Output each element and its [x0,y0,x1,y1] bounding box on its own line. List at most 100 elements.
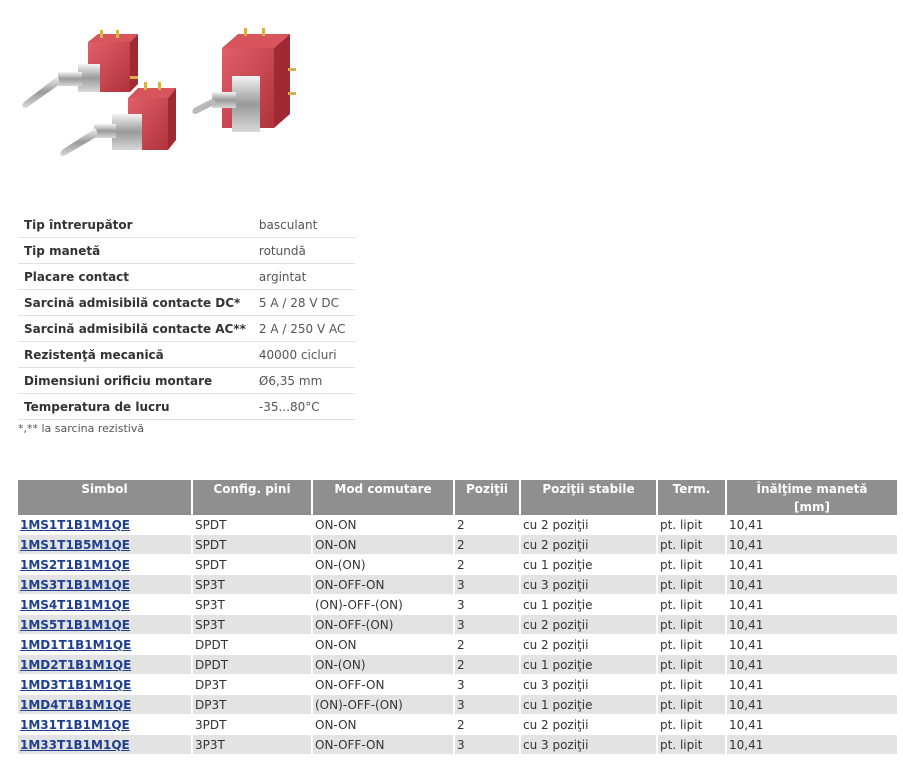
config-cell: SPDT [192,534,313,555]
symbol-link[interactable]: 1MD1T1B1M1QE [20,638,131,652]
spec-label: Dimensiuni orificiu montare [18,367,253,394]
table-row: 1MS1T1B1M1QE SPDT ON-ON 2 cu 2 poziţii pt. li… [18,515,899,535]
symbol-cell: 1MS1T1B5M1QE [18,534,193,555]
term-cell: pt. lipit [657,594,727,615]
stable-cell: cu 2 poziţii [520,515,658,535]
spec-label: Sarcină admisibilă contacte AC** [18,315,253,342]
table-row: 1MS4T1B1M1QE SP3T (ON)-OFF-(ON) 3 cu 1 poziţ… [18,594,899,615]
height-cell: 10,41 [726,714,899,735]
height-cell: 10,41 [726,594,899,615]
term-cell: pt. lipit [657,515,727,535]
table-row: 1MD4T1B1M1QE DP3T (ON)-OFF-(ON) 3 cu 1 poziţ… [18,694,899,715]
height-cell: 10,41 [726,634,899,655]
symbol-cell: 1MD2T1B1M1QE [18,654,193,675]
symbol-cell: 1MS2T1B1M1QE [18,554,193,575]
mode-cell: ON-OFF-ON [312,734,455,755]
spec-value: Ø6,35 mm [251,367,355,394]
positions-cell: 2 [454,634,521,655]
positions-cell: 2 [454,654,521,675]
specifications-table: Tip întrerupător basculant Tip manetă rotun… [18,212,355,420]
term-cell: pt. lipit [657,714,727,735]
mode-cell: ON-OFF-(ON) [312,614,455,635]
mode-cell: (ON)-OFF-(ON) [312,594,455,615]
spec-row: Sarcină admisibilă contacte DC* 5 A / 28 … [18,289,355,316]
height-cell: 10,41 [726,554,899,575]
term-cell: pt. lipit [657,694,727,715]
table-row: 1MD3T1B1M1QE DP3T ON-OFF-ON 3 cu 3 poziţii pt… [18,674,899,695]
spec-value: 40000 cicluri [251,341,355,368]
positions-cell: 2 [454,515,521,535]
symbol-link[interactable]: 1M33T1B1M1QE [20,738,130,752]
spec-label: Sarcină admisibilă contacte DC* [18,289,253,316]
stable-cell: cu 3 poziţii [520,734,658,755]
symbol-cell: 1MD3T1B1M1QE [18,674,193,695]
height-cell: 10,41 [726,534,899,555]
stable-cell: cu 2 poziţii [520,714,658,735]
mode-cell: ON-ON [312,634,455,655]
spec-label: Placare contact [18,263,253,290]
symbol-link[interactable]: 1MS1T1B5M1QE [20,538,130,552]
column-header-mode: Mod comutare [312,480,455,498]
config-cell: DP3T [192,674,313,695]
spec-value: rotundă [251,237,355,264]
positions-cell: 3 [454,734,521,755]
subheader-cell [312,498,455,515]
config-cell: 3P3T [192,734,313,755]
symbol-link[interactable]: 1MD3T1B1M1QE [20,678,131,692]
term-cell: pt. lipit [657,654,727,675]
stable-cell: cu 1 poziţie [520,654,658,675]
stable-cell: cu 2 poziţii [520,534,658,555]
column-header-positions: Poziţii [454,480,521,498]
term-cell: pt. lipit [657,614,727,635]
symbol-cell: 1M31T1B1M1QE [18,714,193,735]
config-cell: SP3T [192,574,313,595]
spec-label: Tip întrerupător [18,212,253,238]
spec-value: 5 A / 28 V DC [251,289,355,316]
spec-value: 2 A / 250 V AC [251,315,355,342]
table-row: 1MS2T1B1M1QE SPDT ON-(ON) 2 cu 1 poziţie pt. … [18,554,899,575]
symbol-cell: 1MS3T1B1M1QE [18,574,193,595]
symbol-cell: 1MS1T1B1M1QE [18,515,193,535]
spec-label: Rezistenţă mecanică [18,341,253,368]
stable-cell: cu 2 poziţii [520,614,658,635]
config-cell: SP3T [192,594,313,615]
symbol-link[interactable]: 1MS1T1B1M1QE [20,518,130,532]
positions-cell: 2 [454,554,521,575]
subheader-cell [18,498,193,515]
symbol-cell: 1MD4T1B1M1QE [18,694,193,715]
symbol-link[interactable]: 1MS2T1B1M1QE [20,558,130,572]
config-cell: DPDT [192,634,313,655]
table-row: 1M31T1B1M1QE 3PDT ON-ON 2 cu 2 poziţii pt. li… [18,714,899,735]
mode-cell: ON-ON [312,515,455,535]
symbol-link[interactable]: 1MD2T1B1M1QE [20,658,131,672]
symbol-link[interactable]: 1MS3T1B1M1QE [20,578,130,592]
table-row: 1MD1T1B1M1QE DPDT ON-ON 2 cu 2 poziţii pt. li… [18,634,899,655]
positions-cell: 3 [454,594,521,615]
symbol-link[interactable]: 1MD4T1B1M1QE [20,698,131,712]
height-cell: 10,41 [726,574,899,595]
table-row: 1MS5T1B1M1QE SP3T ON-OFF-(ON) 3 cu 2 poziţii… [18,614,899,635]
config-cell: SPDT [192,515,313,535]
symbol-cell: 1M33T1B1M1QE [18,734,193,755]
subheader-cell [520,498,658,515]
symbol-cell: 1MS5T1B1M1QE [18,614,193,635]
mode-cell: ON-OFF-ON [312,574,455,595]
mode-cell: ON-ON [312,534,455,555]
stable-cell: cu 1 poziţie [520,594,658,615]
positions-cell: 3 [454,614,521,635]
config-cell: SP3T [192,614,313,635]
symbol-cell: 1MD1T1B1M1QE [18,634,193,655]
symbol-link[interactable]: 1MS5T1B1M1QE [20,618,130,632]
product-photo [22,28,296,156]
mode-cell: ON-(ON) [312,554,455,575]
term-cell: pt. lipit [657,554,727,575]
positions-cell: 3 [454,674,521,695]
symbol-link[interactable]: 1MS4T1B1M1QE [20,598,130,612]
symbol-link[interactable]: 1M31T1B1M1QE [20,718,130,732]
toggle-switch-image [60,82,176,156]
table-row: 1MS1T1B5M1QE SPDT ON-ON 2 cu 2 poziţii pt. li… [18,534,899,555]
subheader-cell [454,498,521,515]
positions-cell: 3 [454,694,521,715]
spec-value: basculant [251,212,355,238]
column-header-term: Term. [657,480,727,498]
